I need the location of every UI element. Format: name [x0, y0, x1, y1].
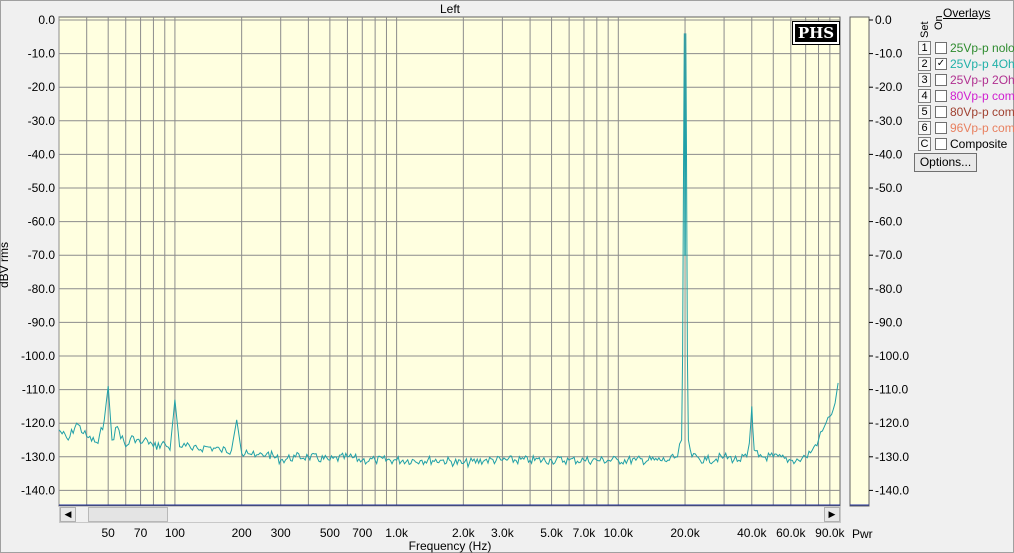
- overlay-set-button[interactable]: 5: [918, 105, 931, 119]
- x-axis-label: Frequency (Hz): [408, 539, 492, 553]
- y-tick-label-right: -80.0: [875, 282, 903, 296]
- overlay-row: 6 96Vp-p com: [918, 120, 1014, 136]
- y-tick-label-left: -140.0: [21, 483, 55, 497]
- y-tick-label-left: -80.0: [28, 282, 56, 296]
- x-tick-label: 300: [271, 526, 291, 540]
- overlay-row: 5 80Vp-p com: [918, 104, 1014, 120]
- x-tick-label: 200: [232, 526, 252, 540]
- overlay-on-checkbox[interactable]: [935, 90, 947, 102]
- x-tick-label: 3.0k: [491, 526, 515, 540]
- x-tick-label: 50: [102, 526, 116, 540]
- spectrum-chart: 0.0 0.0 -10.0 -10.0 -20.0 -20.0 -30.0 -30.0 -40.…: [21, 13, 909, 540]
- overlay-label: 25Vp-p 4Oh: [950, 57, 1014, 71]
- y-tick-label-left: 0.0: [38, 13, 55, 27]
- x-tick-label: 7.0k: [573, 526, 597, 540]
- col-head-set: Set: [919, 21, 931, 38]
- y-tick-label-right: -110.0: [875, 383, 908, 397]
- pwr-label: Pwr: [852, 527, 873, 541]
- y-tick-label-right: -90.0: [875, 315, 903, 329]
- y-tick-label-right: -40.0: [875, 147, 903, 161]
- y-tick-label-right: -140.0: [875, 483, 909, 497]
- overlay-set-button[interactable]: 6: [918, 121, 931, 135]
- y-tick-label-left: -70.0: [28, 248, 56, 262]
- x-tick-label: 40.0k: [737, 526, 767, 540]
- y-tick-label-left: -90.0: [28, 315, 56, 329]
- overlay-on-checkbox[interactable]: ✓: [935, 58, 947, 70]
- overlay-row: 3 25Vp-p 2Oh: [918, 72, 1014, 88]
- plot-area: [58, 16, 841, 507]
- y-tick-label-right: -120.0: [875, 416, 909, 430]
- overlay-label: 96Vp-p com: [950, 121, 1014, 135]
- overlay-row: 1 25Vp-p nolo: [918, 40, 1014, 56]
- overlay-set-button[interactable]: 3: [918, 73, 931, 87]
- scroll-left-arrow-icon[interactable]: ◀: [60, 507, 76, 522]
- overlay-row: C Composite: [918, 136, 1014, 152]
- y-tick-label-left: -130.0: [21, 450, 55, 464]
- x-tick-label: 20.0k: [670, 526, 700, 540]
- x-tick-label: 2.0k: [452, 526, 476, 540]
- phs-logo: PHS: [792, 21, 840, 45]
- y-tick-label-left: -60.0: [28, 215, 56, 229]
- overlay-set-button[interactable]: 4: [918, 89, 931, 103]
- x-tick-label: 100: [165, 526, 185, 540]
- y-tick-label-right: -50.0: [875, 181, 903, 195]
- overlays-title: Overlays: [943, 6, 991, 20]
- x-tick-label: 700: [352, 526, 372, 540]
- y-axis-label: dBV rms: [0, 241, 12, 289]
- pwr-bar-area: [849, 16, 870, 507]
- y-tick-label-right: -100.0: [875, 349, 909, 363]
- x-tick-label: 60.0k: [776, 526, 806, 540]
- y-tick-label-right: 0.0: [875, 13, 892, 27]
- x-tick-label: 70: [134, 526, 148, 540]
- overlay-row: 2 ✓ 25Vp-p 4Oh: [918, 56, 1014, 72]
- overlay-on-checkbox[interactable]: [935, 74, 947, 86]
- y-tick-label-right: -30.0: [875, 114, 903, 128]
- col-head-on: On: [933, 15, 945, 30]
- y-tick-label-right: -130.0: [875, 450, 909, 464]
- overlay-label: 25Vp-p nolo: [950, 41, 1014, 55]
- y-tick-label-left: -110.0: [22, 383, 55, 397]
- x-tick-label: 5.0k: [540, 526, 564, 540]
- y-tick-label-left: -10.0: [28, 47, 56, 61]
- overlay-on-checkbox[interactable]: [935, 42, 947, 54]
- overlay-set-button[interactable]: 1: [918, 41, 931, 55]
- y-tick-label-left: -30.0: [28, 114, 56, 128]
- overlay-label: Composite: [950, 137, 1008, 151]
- horizontal-scrollbar[interactable]: ◀ ▶: [59, 506, 841, 523]
- y-tick-label-right: -70.0: [875, 248, 903, 262]
- scroll-right-arrow-icon[interactable]: ▶: [824, 507, 840, 522]
- overlay-label: 80Vp-p com: [950, 89, 1014, 103]
- overlay-on-checkbox[interactable]: [935, 138, 947, 150]
- y-tick-label-right: -10.0: [875, 47, 903, 61]
- overlay-on-checkbox[interactable]: [935, 122, 947, 134]
- scroll-thumb[interactable]: [88, 507, 168, 522]
- x-tick-label: 10.0k: [604, 526, 634, 540]
- y-tick-label-right: -60.0: [875, 215, 903, 229]
- y-tick-label-left: -120.0: [21, 416, 55, 430]
- overlay-on-checkbox[interactable]: [935, 106, 947, 118]
- y-tick-label-left: -20.0: [28, 80, 56, 94]
- overlay-set-button[interactable]: 2: [918, 57, 931, 71]
- overlay-set-button[interactable]: C: [918, 137, 931, 151]
- overlay-row: 4 80Vp-p com: [918, 88, 1014, 104]
- y-tick-label-left: -40.0: [28, 147, 56, 161]
- y-tick-label-left: -100.0: [21, 349, 55, 363]
- options-button[interactable]: Options...: [914, 153, 977, 172]
- x-tick-label: 1.0k: [385, 526, 409, 540]
- y-tick-label-left: -50.0: [28, 181, 56, 195]
- x-tick-label: 90.0k: [815, 526, 845, 540]
- y-tick-label-right: -20.0: [875, 80, 903, 94]
- overlay-label: 80Vp-p com: [950, 105, 1014, 119]
- overlay-label: 25Vp-p 2Oh: [950, 73, 1014, 87]
- x-tick-label: 500: [320, 526, 340, 540]
